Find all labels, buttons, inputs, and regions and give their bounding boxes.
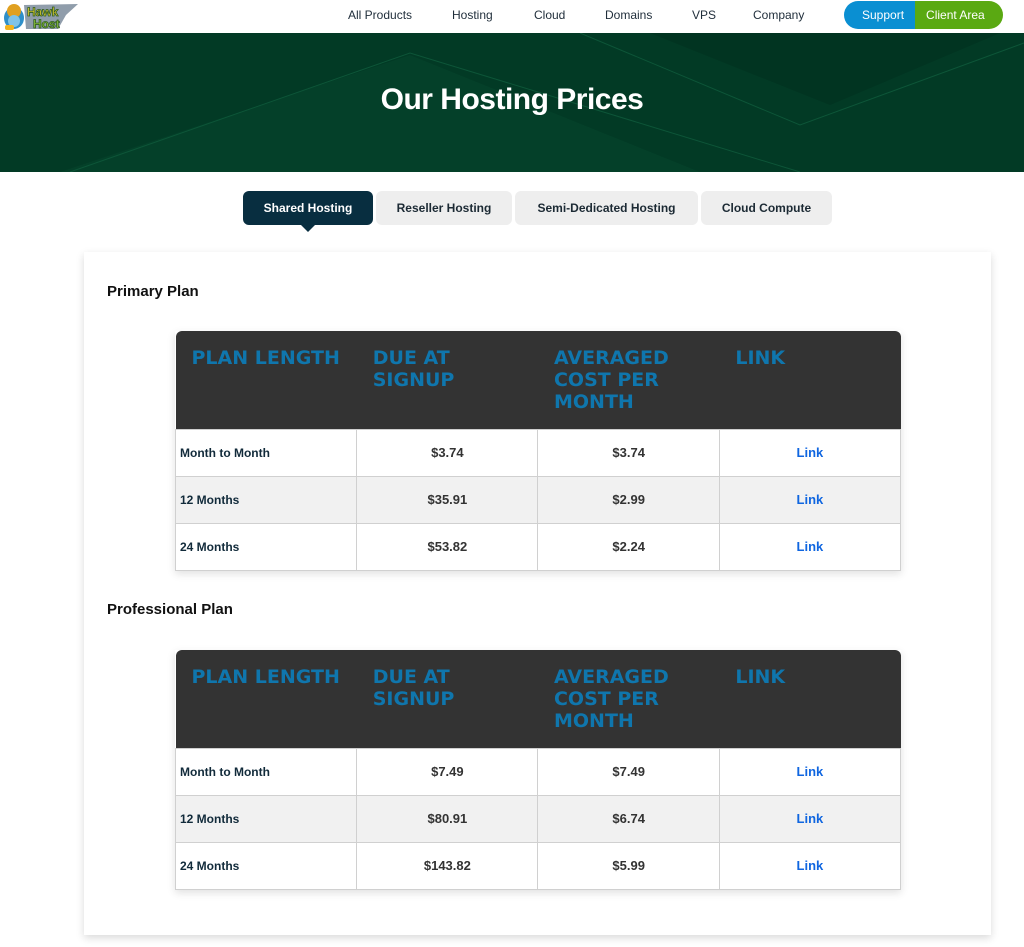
link-cell: Link	[718, 475, 902, 524]
hawk-host-logo-icon[interactable]: Hawk Host	[0, 1, 80, 31]
plan-length-cell: Month to Month	[174, 747, 358, 796]
column-header-link: Link	[719, 331, 901, 429]
plan-length-cell: 24 Months	[174, 841, 358, 890]
tab-semi-dedicated-hosting[interactable]: Semi-Dedicated Hosting	[515, 191, 698, 225]
nav-company[interactable]: Company	[753, 8, 804, 22]
order-link[interactable]: Link	[797, 445, 824, 460]
column-header-due-at-signup: Due at Signup	[356, 650, 538, 748]
due-at-signup-cell: $80.91	[356, 794, 539, 843]
order-link[interactable]: Link	[797, 764, 824, 779]
primary-plan-table: Plan Length Due at Signup Averaged Cost …	[174, 331, 902, 571]
table-row: 12 Months $80.91 $6.74 Link	[174, 794, 902, 843]
plan-length-cell: 24 Months	[174, 522, 358, 571]
averaged-cost-cell: $5.99	[537, 841, 720, 890]
svg-text:Host: Host	[33, 17, 60, 31]
order-link[interactable]: Link	[797, 858, 824, 873]
tab-reseller-hosting[interactable]: Reseller Hosting	[376, 191, 512, 225]
client-area-button[interactable]: Client Area	[915, 1, 1003, 29]
link-cell: Link	[718, 522, 902, 571]
averaged-cost-cell: $7.49	[537, 747, 720, 796]
link-cell: Link	[718, 794, 902, 843]
tab-cloud-compute[interactable]: Cloud Compute	[701, 191, 832, 225]
nav-all-products[interactable]: All Products	[348, 8, 412, 22]
order-link[interactable]: Link	[797, 539, 824, 554]
hero-banner: Our Hosting Prices	[0, 33, 1024, 172]
column-header-plan-length: Plan Length	[175, 650, 357, 748]
hosting-type-tabs: Shared Hosting Reseller Hosting Semi-Ded…	[243, 191, 832, 232]
top-navbar: Hawk Host All Products Hosting Cloud Dom…	[0, 0, 1024, 33]
due-at-signup-cell: $3.74	[356, 428, 539, 477]
table-row: Month to Month $7.49 $7.49 Link	[174, 747, 902, 796]
averaged-cost-cell: $2.99	[537, 475, 720, 524]
column-header-due-at-signup: Due at Signup	[356, 331, 538, 429]
professional-plan-table: Plan Length Due at Signup Averaged Cost …	[174, 650, 902, 890]
column-header-link: Link	[719, 650, 901, 748]
order-link[interactable]: Link	[797, 492, 824, 507]
account-button-group: Support Client Area	[844, 1, 1003, 29]
nav-vps[interactable]: VPS	[692, 8, 716, 22]
column-header-averaged-cost: Averaged Cost per Month	[537, 331, 720, 429]
table-row: Month to Month $3.74 $3.74 Link	[174, 428, 902, 477]
pricing-card: Primary Plan Plan Length Due at Signup A…	[84, 252, 991, 935]
due-at-signup-cell: $143.82	[356, 841, 539, 890]
table-header-row: Plan Length Due at Signup Averaged Cost …	[175, 650, 901, 748]
plan-length-cell: Month to Month	[174, 428, 358, 477]
due-at-signup-cell: $35.91	[356, 475, 539, 524]
table-row: 24 Months $53.82 $2.24 Link	[174, 522, 902, 571]
averaged-cost-cell: $3.74	[537, 428, 720, 477]
primary-plan-title: Primary Plan	[107, 283, 199, 300]
table-row: 12 Months $35.91 $2.99 Link	[174, 475, 902, 524]
plan-length-cell: 12 Months	[174, 794, 358, 843]
column-header-averaged-cost: Averaged Cost per Month	[537, 650, 720, 748]
due-at-signup-cell: $53.82	[356, 522, 539, 571]
order-link[interactable]: Link	[797, 811, 824, 826]
plan-length-cell: 12 Months	[174, 475, 358, 524]
link-cell: Link	[718, 428, 902, 477]
professional-plan-title: Professional Plan	[107, 601, 233, 618]
link-cell: Link	[718, 747, 902, 796]
tab-shared-hosting[interactable]: Shared Hosting	[243, 191, 373, 232]
table-header-row: Plan Length Due at Signup Averaged Cost …	[175, 331, 901, 429]
nav-cloud[interactable]: Cloud	[534, 8, 565, 22]
link-cell: Link	[718, 841, 902, 890]
support-button[interactable]: Support	[844, 1, 916, 29]
page-title: Our Hosting Prices	[380, 83, 644, 116]
averaged-cost-cell: $6.74	[537, 794, 720, 843]
due-at-signup-cell: $7.49	[356, 747, 539, 796]
table-row: 24 Months $143.82 $5.99 Link	[174, 841, 902, 890]
column-header-plan-length: Plan Length	[175, 331, 357, 429]
nav-domains[interactable]: Domains	[605, 8, 652, 22]
averaged-cost-cell: $2.24	[537, 522, 720, 571]
nav-hosting[interactable]: Hosting	[452, 8, 493, 22]
